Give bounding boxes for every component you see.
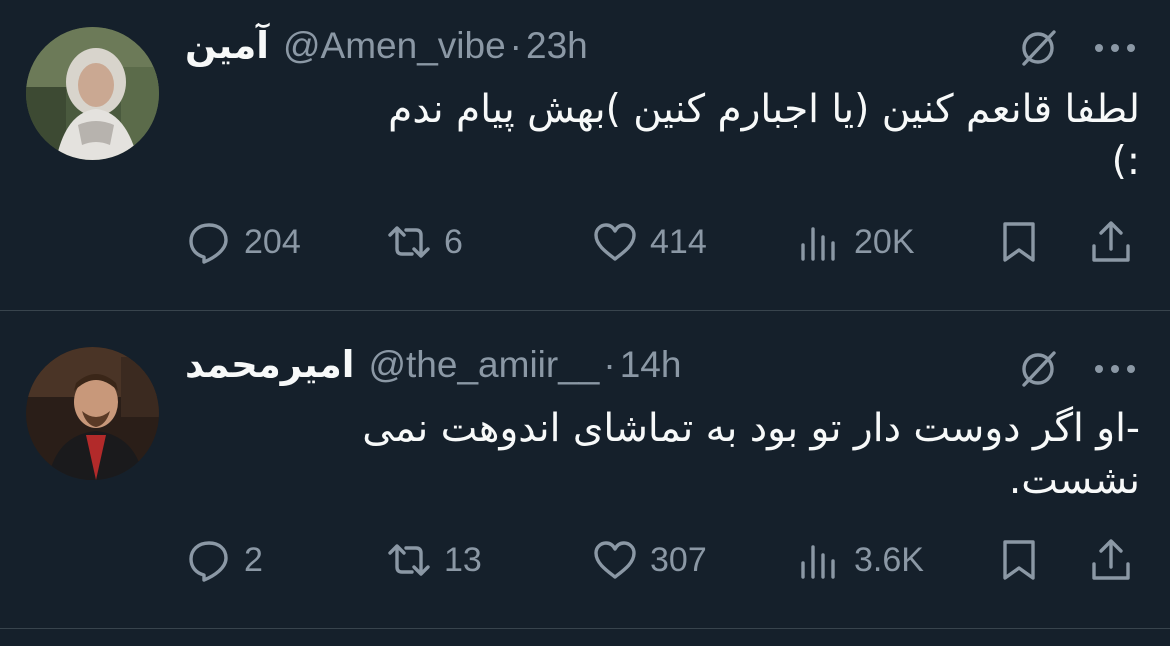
timestamp[interactable]: 14h xyxy=(620,344,682,386)
grok-icon[interactable] xyxy=(1016,347,1060,391)
avatar[interactable] xyxy=(26,347,159,480)
views-chart-icon xyxy=(801,545,835,579)
share-icon xyxy=(1092,221,1130,262)
tweet-text-line: -او اگر دوست دار تو بود به تماشای اندوهت… xyxy=(362,406,1140,451)
tweet-text: -او اگر دوست دار تو بود به تماشای اندوهت… xyxy=(300,403,1140,507)
views-button[interactable]: 3.6K xyxy=(796,530,924,590)
retweet-button[interactable]: 6 xyxy=(386,212,463,272)
share-button[interactable] xyxy=(1088,212,1134,272)
reply-count: 2 xyxy=(244,540,263,579)
retweet-count: 6 xyxy=(444,222,463,261)
like-count: 307 xyxy=(650,540,707,579)
tweet[interactable]: امیرمحمد @the_amiir__ · 14h -او اگر دوست… xyxy=(0,311,1170,629)
tweet-header: امیرمحمد @the_amiir__ · 14h xyxy=(185,343,681,386)
bookmark-icon xyxy=(1003,222,1035,262)
share-button[interactable] xyxy=(1088,530,1134,590)
like-count: 414 xyxy=(650,222,707,261)
share-icon xyxy=(1092,539,1130,580)
tweet-text-line: :) xyxy=(1111,139,1140,184)
reply-icon xyxy=(189,541,228,582)
timestamp[interactable]: 23h xyxy=(526,25,588,67)
views-count: 20K xyxy=(854,222,915,261)
action-bar: 2 13 307 3.6K xyxy=(0,530,1170,590)
tweet-divider xyxy=(0,628,1170,629)
display-name[interactable]: امیرمحمد xyxy=(185,343,354,386)
tweet[interactable]: آمین @Amen_vibe · 23h لطفا قانعم کنین (ی… xyxy=(0,0,1170,310)
bookmark-icon xyxy=(1003,540,1035,580)
tweet-text: لطفا قانعم کنین (یا اجبارم کنین )بهش پیا… xyxy=(300,84,1140,188)
separator-dot: · xyxy=(603,344,616,385)
reply-count: 204 xyxy=(244,222,301,261)
views-button[interactable]: 20K xyxy=(796,212,915,272)
tweet-text-line: نشست. xyxy=(1008,458,1140,503)
more-dots-icon[interactable] xyxy=(1092,362,1138,376)
user-handle[interactable]: @the_amiir__ xyxy=(368,344,599,386)
heart-icon xyxy=(594,541,636,579)
grok-icon[interactable] xyxy=(1016,26,1060,70)
user-handle[interactable]: @Amen_vibe xyxy=(283,25,506,67)
bookmark-button[interactable] xyxy=(996,212,1042,272)
heart-icon xyxy=(594,223,636,261)
avatar[interactable] xyxy=(26,27,159,160)
views-chart-icon xyxy=(801,227,835,261)
action-bar: 204 6 414 20K xyxy=(0,212,1170,272)
tweet-text-line: لطفا قانعم کنین (یا اجبارم کنین )بهش پیا… xyxy=(388,87,1140,132)
retweet-icon xyxy=(388,544,430,576)
tweet-header: آمین @Amen_vibe · 23h xyxy=(185,24,588,67)
separator-dot: · xyxy=(509,25,522,66)
more-dots-icon[interactable] xyxy=(1092,41,1138,55)
retweet-count: 13 xyxy=(444,540,482,579)
bookmark-button[interactable] xyxy=(996,530,1042,590)
like-button[interactable]: 307 xyxy=(592,530,707,590)
reply-button[interactable]: 204 xyxy=(186,212,301,272)
views-count: 3.6K xyxy=(854,540,924,579)
retweet-icon xyxy=(388,226,430,258)
display-name[interactable]: آمین xyxy=(185,24,269,67)
reply-button[interactable]: 2 xyxy=(186,530,263,590)
like-button[interactable]: 414 xyxy=(592,212,707,272)
retweet-button[interactable]: 13 xyxy=(386,530,482,590)
reply-icon xyxy=(189,223,228,264)
